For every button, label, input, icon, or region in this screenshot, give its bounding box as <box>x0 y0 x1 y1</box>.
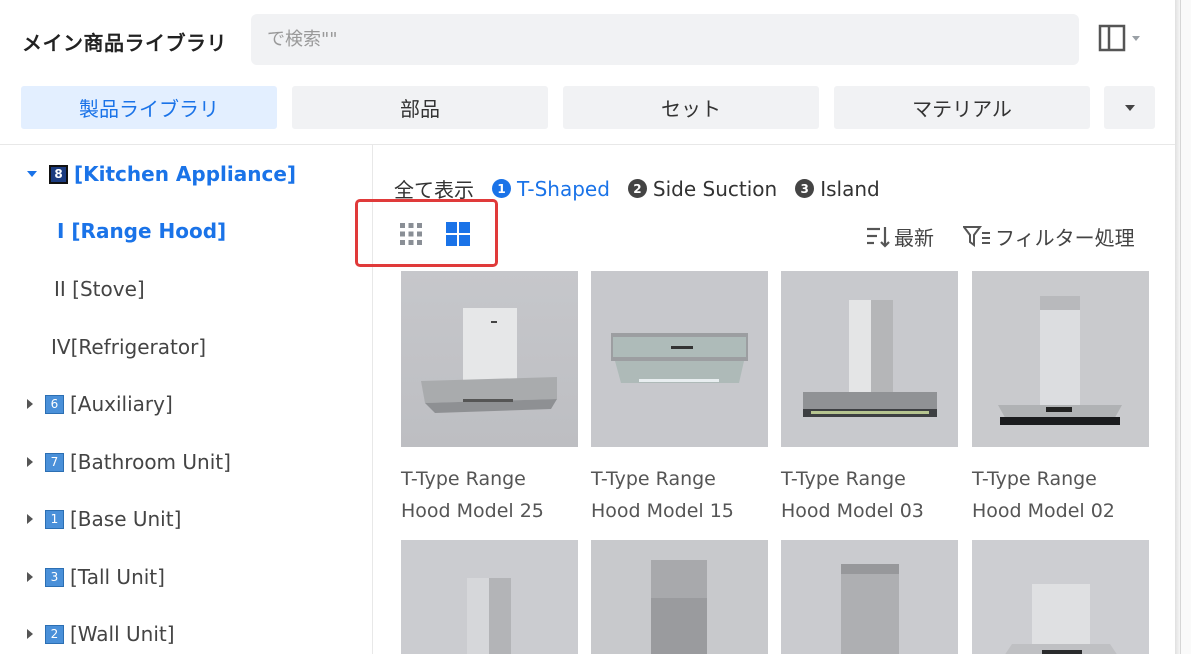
highlight-box <box>355 199 498 267</box>
count-badge: 2 <box>45 624 64 644</box>
expand-arrow-icon[interactable] <box>27 629 33 639</box>
app-title: メイン商品ライブラリ <box>22 31 227 55</box>
product-name: T-Type Range Hood Model 15 <box>591 468 734 522</box>
filter-chip-label: T-Shaped <box>517 176 610 201</box>
tree-item-range-hood[interactable]: Ⅰ [Range Hood] <box>57 219 226 243</box>
filter-icon <box>963 225 990 247</box>
product-name: T-Type Range Hood Model 03 <box>781 468 924 522</box>
product-card[interactable] <box>781 540 958 654</box>
tab-label: マテリアル <box>912 97 1012 121</box>
range-hood-image <box>972 271 1149 447</box>
tree-item-bathroom-unit[interactable]: 7 [Bathroom Unit] <box>27 450 231 474</box>
tree-item-label: II [Stove] <box>54 277 145 301</box>
count-badge: 8 <box>49 164 68 184</box>
tree-item-label: [Wall Unit] <box>70 622 175 646</box>
small-grid-icon <box>400 223 422 245</box>
sort-button[interactable]: 最新 <box>866 222 934 251</box>
range-hood-image <box>781 271 958 447</box>
tab-label: 製品ライブラリ <box>79 97 219 121</box>
search-placeholder: で検索"" <box>267 29 338 50</box>
product-library-app: メイン商品ライブラリ で検索"" 製品ライブラリ 部品 セット マテリアル 8 … <box>0 0 1191 654</box>
product-thumbnail <box>972 540 1149 654</box>
tree-item-stove[interactable]: II [Stove] <box>54 277 145 301</box>
large-grid-view-button[interactable] <box>445 221 471 247</box>
tabs-more-button[interactable] <box>1104 86 1155 129</box>
tree-item-label: [Bathroom Unit] <box>70 450 231 474</box>
product-card[interactable]: T-Type Range Hood Model 03 <box>781 271 958 527</box>
sort-label: 最新 <box>894 226 934 250</box>
tree-item-label: [Kitchen Appliance] <box>74 162 297 186</box>
product-thumbnail <box>591 540 768 654</box>
small-grid-view-button[interactable] <box>398 221 424 247</box>
filter-chip-number: 1 <box>492 179 511 198</box>
tree-item-label: [Auxiliary] <box>70 392 173 416</box>
count-badge: 3 <box>45 567 64 587</box>
product-card[interactable] <box>401 540 578 654</box>
filter-button[interactable]: フィルター処理 <box>963 222 1135 251</box>
tree-item-base-unit[interactable]: 1 [Base Unit] <box>27 507 181 531</box>
filter-chip-t-shaped[interactable]: 1 T-Shaped <box>492 177 610 201</box>
filter-chip-label: Side Suction <box>652 176 778 201</box>
filter-chip-label: Island <box>820 176 880 201</box>
panel-layout-icon <box>1098 24 1126 52</box>
large-grid-icon <box>446 222 470 246</box>
count-badge: 1 <box>45 509 64 529</box>
product-name: T-Type Range Hood Model 25 <box>401 468 544 522</box>
range-hood-image <box>591 271 768 447</box>
filter-label: フィルター処理 <box>995 226 1135 250</box>
filter-chip-side-suction[interactable]: 2 Side Suction <box>627 176 778 201</box>
tree-item-tall-unit[interactable]: 3 [Tall Unit] <box>27 565 165 589</box>
product-card[interactable] <box>591 540 768 654</box>
filter-chip-number: 3 <box>795 179 815 198</box>
count-badge: 7 <box>45 452 64 472</box>
product-thumbnail <box>591 271 768 447</box>
product-card[interactable]: T-Type Range Hood Model 25 <box>401 271 578 527</box>
product-card[interactable] <box>972 540 1149 654</box>
expand-arrow-icon[interactable] <box>27 572 33 582</box>
expand-arrow-icon[interactable] <box>27 399 33 409</box>
product-thumbnail <box>781 540 958 654</box>
tab-label: 部品 <box>400 97 440 121</box>
range-hood-image <box>401 271 578 447</box>
chevron-down-icon <box>1132 35 1140 41</box>
tab-product-library[interactable]: 製品ライブラリ <box>21 86 277 129</box>
range-hood-image <box>401 540 578 654</box>
tree-item-wall-unit[interactable]: 2 [Wall Unit] <box>27 622 175 646</box>
layout-toggle-button[interactable] <box>1098 24 1140 52</box>
caret-down-icon <box>1124 104 1135 111</box>
count-badge: 6 <box>45 394 64 414</box>
tab-parts[interactable]: 部品 <box>292 86 548 129</box>
product-thumbnail <box>781 271 958 447</box>
tab-sets[interactable]: セット <box>563 86 819 129</box>
filter-chip-island[interactable]: 3 Island <box>795 177 880 201</box>
tree-item-auxiliary[interactable]: 6 [Auxiliary] <box>27 392 173 416</box>
expand-arrow-icon[interactable] <box>27 514 33 524</box>
search-input[interactable]: で検索"" <box>251 14 1079 65</box>
expand-arrow-icon[interactable] <box>27 171 37 177</box>
tree-item-kitchen-appliance[interactable]: 8 [Kitchen Appliance] <box>27 162 296 186</box>
tree-item-label: Ⅰ [Range Hood] <box>57 219 227 243</box>
product-card[interactable]: T-Type Range Hood Model 02 <box>972 271 1149 527</box>
range-hood-image <box>972 540 1149 654</box>
expand-arrow-icon[interactable] <box>27 457 33 467</box>
product-name: T-Type Range Hood Model 02 <box>972 468 1115 522</box>
divider <box>0 144 1175 145</box>
sort-icon <box>867 226 890 248</box>
product-thumbnail <box>401 540 578 654</box>
tree-item-refrigerator[interactable]: IV[Refrigerator] <box>51 335 206 359</box>
range-hood-image <box>591 540 768 654</box>
scrollbar-track[interactable] <box>1180 0 1191 654</box>
tree-item-label: IV[Refrigerator] <box>51 335 207 359</box>
product-thumbnail <box>401 271 578 447</box>
range-hood-image <box>781 540 958 654</box>
tree-item-label: [Base Unit] <box>70 507 182 531</box>
product-thumbnail <box>972 271 1149 447</box>
filter-chip-number: 2 <box>627 179 647 198</box>
tree-item-label: [Tall Unit] <box>70 565 165 589</box>
tab-label: セット <box>661 97 721 121</box>
product-card[interactable]: T-Type Range Hood Model 15 <box>591 271 768 527</box>
tab-materials[interactable]: マテリアル <box>834 86 1090 129</box>
